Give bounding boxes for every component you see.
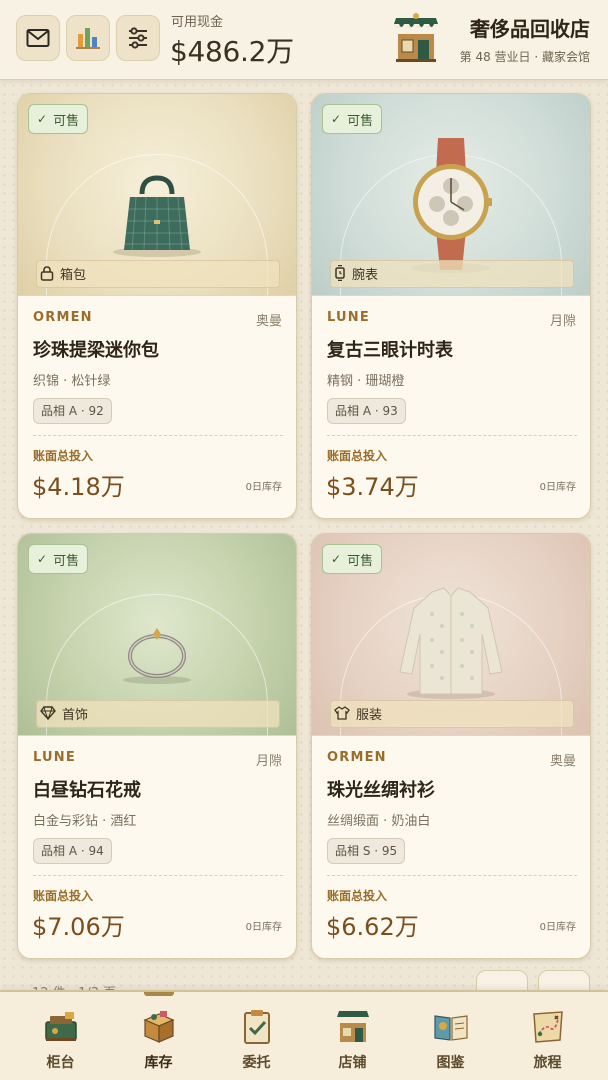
map-icon <box>533 1011 563 1043</box>
for-sale-badge: ✓ 可售 <box>28 544 89 574</box>
nav-inventory[interactable]: 库存 <box>108 992 209 1080</box>
book-icon <box>434 1015 468 1041</box>
stock-days: 0日库存 <box>245 482 282 493</box>
mail-icon <box>26 29 50 47</box>
clipboard-icon <box>244 1010 270 1044</box>
check-icon: ✓ <box>37 552 48 566</box>
category-label: 箱包 <box>60 267 87 283</box>
sliders-icon <box>129 27 147 49</box>
badge-label: 可售 <box>53 113 80 129</box>
bar-chart-icon <box>76 28 100 49</box>
cost-value: $3.74万 <box>326 473 419 501</box>
category-label: 首饰 <box>62 707 89 723</box>
nav-shop[interactable]: 店铺 <box>302 992 403 1080</box>
top-header: 可用现金 $486.2万 奢侈品回收店 第 48 营业日 · 藏家会馆 <box>0 0 608 80</box>
product-material: 白金与彩钻 · 酒红 <box>33 814 137 829</box>
check-icon: ✓ <box>331 552 342 566</box>
for-sale-badge: ✓ 可售 <box>322 544 383 574</box>
for-sale-badge: ✓ 可售 <box>28 104 89 134</box>
stats-button[interactable] <box>66 15 110 61</box>
brand-name: LUNE <box>327 310 370 325</box>
product-material: 织锦 · 松针绿 <box>33 374 111 389</box>
cost-label: 账面总投入 <box>33 449 94 463</box>
shirt-icon <box>334 706 350 720</box>
cost-value: $6.62万 <box>326 913 419 941</box>
badge-label: 可售 <box>347 553 374 569</box>
nav-label: 库存 <box>144 1055 173 1071</box>
product-name: 白昼钻石花戒 <box>33 780 141 801</box>
watch-icon <box>335 265 345 281</box>
condition-grade: 品相 A · 93 <box>327 398 406 424</box>
product-image-area: 服装 ✓ 可售 <box>312 534 590 736</box>
nav-label: 店铺 <box>338 1055 367 1071</box>
diamond-icon <box>40 706 56 720</box>
brand-name: LUNE <box>33 750 76 765</box>
shop-subtitle: 第 48 营业日 · 藏家会馆 <box>459 50 590 64</box>
product-card[interactable]: 腕表 ✓ 可售 LUNE 月隙 复古三眼计时表 精钢 · 珊瑚橙 品相 A · … <box>311 93 591 519</box>
nav-journey[interactable]: 旅程 <box>497 992 598 1080</box>
stock-days: 0日库存 <box>539 482 576 493</box>
nav-label: 委托 <box>242 1055 271 1071</box>
cash-label: 可用现金 <box>171 15 224 30</box>
brand-name-cn: 奥曼 <box>549 754 576 769</box>
category-tag: 首饰 <box>32 699 98 727</box>
check-icon: ✓ <box>331 112 342 126</box>
category-tag: 箱包 <box>32 259 96 287</box>
mail-button[interactable] <box>16 15 60 61</box>
badge-label: 可售 <box>347 113 374 129</box>
cost-value: $7.06万 <box>32 913 125 941</box>
nav-label: 柜台 <box>46 1055 75 1071</box>
bottom-navigation: 柜台 库存 委托 店铺 图鉴 旅程 <box>0 990 608 1080</box>
category-tag: 腕表 <box>326 259 388 287</box>
product-image-area: 首饰 ✓ 可售 <box>18 534 296 736</box>
product-material: 精钢 · 珊瑚橙 <box>327 374 405 389</box>
nav-catalog[interactable]: 图鉴 <box>400 992 501 1080</box>
category-label: 腕表 <box>352 267 379 283</box>
active-indicator <box>144 992 174 996</box>
cost-value: $4.18万 <box>32 473 125 501</box>
condition-grade: 品相 A · 92 <box>33 398 112 424</box>
nav-counter[interactable]: 柜台 <box>10 992 111 1080</box>
product-material: 丝绸缎面 · 奶油白 <box>327 814 431 829</box>
shop-icon <box>337 1011 369 1042</box>
product-name: 珠光丝绸衬衫 <box>327 780 435 801</box>
settings-button[interactable] <box>116 15 160 61</box>
product-card[interactable]: 箱包 ✓ 可售 ORMEN 奥曼 珍珠提梁迷你包 织锦 · 松针绿 品相 A ·… <box>17 93 297 519</box>
brand-name-cn: 奥曼 <box>255 314 282 329</box>
nav-label: 旅程 <box>533 1055 562 1071</box>
category-label: 服装 <box>356 707 383 723</box>
product-name: 复古三眼计时表 <box>327 340 453 361</box>
product-card[interactable]: 服装 ✓ 可售 ORMEN 奥曼 珠光丝绸衬衫 丝绸缎面 · 奶油白 品相 S … <box>311 533 591 959</box>
shop-logo-icon <box>394 13 438 62</box>
brand-name: ORMEN <box>327 750 387 765</box>
stock-days: 0日库存 <box>539 922 576 933</box>
for-sale-badge: ✓ 可售 <box>322 104 383 134</box>
brand-name-cn: 月隙 <box>255 754 282 769</box>
brand-name: ORMEN <box>33 310 93 325</box>
brand-name-cn: 月隙 <box>549 314 576 329</box>
stock-days: 0日库存 <box>245 922 282 933</box>
counter-icon <box>45 1012 77 1041</box>
condition-grade: 品相 S · 95 <box>327 838 406 864</box>
product-name: 珍珠提梁迷你包 <box>33 340 159 361</box>
cash-value: $486.2万 <box>170 35 294 68</box>
check-icon: ✓ <box>37 112 48 126</box>
condition-grade: 品相 A · 94 <box>33 838 112 864</box>
nav-consign[interactable]: 委托 <box>206 992 307 1080</box>
category-tag: 服装 <box>326 699 392 727</box>
badge-label: 可售 <box>53 553 80 569</box>
product-card[interactable]: 首饰 ✓ 可售 LUNE 月隙 白昼钻石花戒 白金与彩钻 · 酒红 品相 A ·… <box>17 533 297 959</box>
cost-label: 账面总投入 <box>33 889 94 903</box>
cost-label: 账面总投入 <box>327 889 388 903</box>
lock-icon <box>40 265 54 281</box>
product-image-area: 腕表 ✓ 可售 <box>312 94 590 296</box>
shop-name: 奢侈品回收店 <box>470 17 590 41</box>
box-icon <box>143 1011 175 1043</box>
nav-label: 图鉴 <box>436 1055 465 1071</box>
product-image-area: 箱包 ✓ 可售 <box>18 94 296 296</box>
cost-label: 账面总投入 <box>327 449 388 463</box>
